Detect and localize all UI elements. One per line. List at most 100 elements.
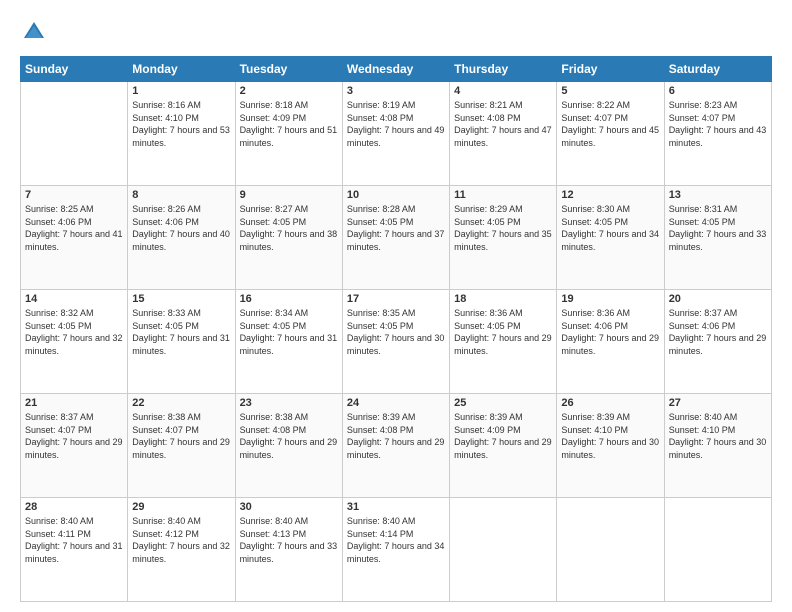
day-number: 29 <box>132 501 230 513</box>
cell-info: Sunrise: 8:34 AMSunset: 4:05 PMDaylight:… <box>240 307 338 357</box>
day-number: 9 <box>240 189 338 201</box>
calendar-cell: 21 Sunrise: 8:37 AMSunset: 4:07 PMDayligh… <box>21 394 128 498</box>
weekday-header: Friday <box>557 57 664 82</box>
logo <box>20 18 52 46</box>
day-number: 25 <box>454 397 552 409</box>
day-number: 14 <box>25 293 123 305</box>
calendar-cell: 16 Sunrise: 8:34 AMSunset: 4:05 PMDayligh… <box>235 290 342 394</box>
calendar-page: SundayMondayTuesdayWednesdayThursdayFrid… <box>0 0 792 612</box>
calendar-cell: 27 Sunrise: 8:40 AMSunset: 4:10 PMDayligh… <box>664 394 771 498</box>
day-number: 28 <box>25 501 123 513</box>
cell-info: Sunrise: 8:37 AMSunset: 4:06 PMDaylight:… <box>669 307 767 357</box>
day-number: 17 <box>347 293 445 305</box>
calendar-cell <box>664 498 771 602</box>
cell-info: Sunrise: 8:30 AMSunset: 4:05 PMDaylight:… <box>561 203 659 253</box>
calendar-cell: 11 Sunrise: 8:29 AMSunset: 4:05 PMDayligh… <box>450 186 557 290</box>
calendar-cell: 7 Sunrise: 8:25 AMSunset: 4:06 PMDaylight… <box>21 186 128 290</box>
calendar-cell: 28 Sunrise: 8:40 AMSunset: 4:11 PMDayligh… <box>21 498 128 602</box>
calendar-cell: 23Sunrise: 8:38 AMSunset: 4:08 PMDayligh… <box>235 394 342 498</box>
calendar-week-row: 1 Sunrise: 8:16 AMSunset: 4:10 PMDaylight… <box>21 82 772 186</box>
day-number: 4 <box>454 85 552 97</box>
cell-info: Sunrise: 8:21 AMSunset: 4:08 PMDaylight:… <box>454 99 552 149</box>
day-number: 12 <box>561 189 659 201</box>
day-number: 6 <box>669 85 767 97</box>
weekday-header: Saturday <box>664 57 771 82</box>
cell-info: Sunrise: 8:37 AMSunset: 4:07 PMDaylight:… <box>25 411 123 461</box>
cell-info: Sunrise: 8:39 AMSunset: 4:08 PMDaylight:… <box>347 411 445 461</box>
logo-icon <box>20 18 48 46</box>
weekday-header-row: SundayMondayTuesdayWednesdayThursdayFrid… <box>21 57 772 82</box>
cell-info: Sunrise: 8:40 AMSunset: 4:14 PMDaylight:… <box>347 515 445 565</box>
day-number: 8 <box>132 189 230 201</box>
calendar-cell: 3 Sunrise: 8:19 AMSunset: 4:08 PMDaylight… <box>342 82 449 186</box>
day-number: 10 <box>347 189 445 201</box>
calendar-week-row: 14 Sunrise: 8:32 AMSunset: 4:05 PMDayligh… <box>21 290 772 394</box>
calendar-cell: 2 Sunrise: 8:18 AMSunset: 4:09 PMDaylight… <box>235 82 342 186</box>
calendar-cell <box>21 82 128 186</box>
calendar-cell: 8 Sunrise: 8:26 AMSunset: 4:06 PMDaylight… <box>128 186 235 290</box>
calendar-cell: 24Sunrise: 8:39 AMSunset: 4:08 PMDayligh… <box>342 394 449 498</box>
calendar-cell: 17 Sunrise: 8:35 AMSunset: 4:05 PMDayligh… <box>342 290 449 394</box>
calendar-cell: 30Sunrise: 8:40 AMSunset: 4:13 PMDayligh… <box>235 498 342 602</box>
day-number: 7 <box>25 189 123 201</box>
cell-info: Sunrise: 8:39 AMSunset: 4:09 PMDaylight:… <box>454 411 552 461</box>
day-number: 15 <box>132 293 230 305</box>
cell-info: Sunrise: 8:22 AMSunset: 4:07 PMDaylight:… <box>561 99 659 149</box>
cell-info: Sunrise: 8:33 AMSunset: 4:05 PMDaylight:… <box>132 307 230 357</box>
weekday-header: Sunday <box>21 57 128 82</box>
calendar-cell: 18 Sunrise: 8:36 AMSunset: 4:05 PMDayligh… <box>450 290 557 394</box>
day-number: 27 <box>669 397 767 409</box>
day-number: 16 <box>240 293 338 305</box>
calendar-cell: 10 Sunrise: 8:28 AMSunset: 4:05 PMDayligh… <box>342 186 449 290</box>
cell-info: Sunrise: 8:25 AMSunset: 4:06 PMDaylight:… <box>25 203 123 253</box>
calendar-week-row: 28 Sunrise: 8:40 AMSunset: 4:11 PMDayligh… <box>21 498 772 602</box>
day-number: 22 <box>132 397 230 409</box>
weekday-header: Tuesday <box>235 57 342 82</box>
day-number: 18 <box>454 293 552 305</box>
header <box>20 18 772 46</box>
day-number: 5 <box>561 85 659 97</box>
cell-info: Sunrise: 8:36 AMSunset: 4:05 PMDaylight:… <box>454 307 552 357</box>
day-number: 2 <box>240 85 338 97</box>
cell-info: Sunrise: 8:38 AMSunset: 4:07 PMDaylight:… <box>132 411 230 461</box>
cell-info: Sunrise: 8:28 AMSunset: 4:05 PMDaylight:… <box>347 203 445 253</box>
day-number: 20 <box>669 293 767 305</box>
calendar-cell: 25 Sunrise: 8:39 AMSunset: 4:09 PMDayligh… <box>450 394 557 498</box>
day-number: 19 <box>561 293 659 305</box>
calendar-week-row: 7 Sunrise: 8:25 AMSunset: 4:06 PMDaylight… <box>21 186 772 290</box>
cell-info: Sunrise: 8:40 AMSunset: 4:11 PMDaylight:… <box>25 515 123 565</box>
calendar-cell: 6 Sunrise: 8:23 AMSunset: 4:07 PMDaylight… <box>664 82 771 186</box>
cell-info: Sunrise: 8:19 AMSunset: 4:08 PMDaylight:… <box>347 99 445 149</box>
cell-info: Sunrise: 8:26 AMSunset: 4:06 PMDaylight:… <box>132 203 230 253</box>
day-number: 21 <box>25 397 123 409</box>
cell-info: Sunrise: 8:27 AMSunset: 4:05 PMDaylight:… <box>240 203 338 253</box>
cell-info: Sunrise: 8:40 AMSunset: 4:10 PMDaylight:… <box>669 411 767 461</box>
day-number: 3 <box>347 85 445 97</box>
calendar-cell: 1 Sunrise: 8:16 AMSunset: 4:10 PMDaylight… <box>128 82 235 186</box>
calendar-cell: 20 Sunrise: 8:37 AMSunset: 4:06 PMDayligh… <box>664 290 771 394</box>
calendar-cell: 9 Sunrise: 8:27 AMSunset: 4:05 PMDaylight… <box>235 186 342 290</box>
cell-info: Sunrise: 8:38 AMSunset: 4:08 PMDaylight:… <box>240 411 338 461</box>
calendar-cell: 22 Sunrise: 8:38 AMSunset: 4:07 PMDayligh… <box>128 394 235 498</box>
calendar-cell: 12 Sunrise: 8:30 AMSunset: 4:05 PMDayligh… <box>557 186 664 290</box>
calendar-cell: 31 Sunrise: 8:40 AMSunset: 4:14 PMDayligh… <box>342 498 449 602</box>
cell-info: Sunrise: 8:32 AMSunset: 4:05 PMDaylight:… <box>25 307 123 357</box>
day-number: 11 <box>454 189 552 201</box>
calendar-cell: 26Sunrise: 8:39 AMSunset: 4:10 PMDayligh… <box>557 394 664 498</box>
cell-info: Sunrise: 8:18 AMSunset: 4:09 PMDaylight:… <box>240 99 338 149</box>
cell-info: Sunrise: 8:40 AMSunset: 4:13 PMDaylight:… <box>240 515 338 565</box>
day-number: 31 <box>347 501 445 513</box>
calendar-cell: 29 Sunrise: 8:40 AMSunset: 4:12 PMDayligh… <box>128 498 235 602</box>
calendar-cell: 4 Sunrise: 8:21 AMSunset: 4:08 PMDaylight… <box>450 82 557 186</box>
cell-info: Sunrise: 8:36 AMSunset: 4:06 PMDaylight:… <box>561 307 659 357</box>
weekday-header: Monday <box>128 57 235 82</box>
cell-info: Sunrise: 8:35 AMSunset: 4:05 PMDaylight:… <box>347 307 445 357</box>
calendar-cell: 19 Sunrise: 8:36 AMSunset: 4:06 PMDayligh… <box>557 290 664 394</box>
calendar-cell <box>557 498 664 602</box>
cell-info: Sunrise: 8:16 AMSunset: 4:10 PMDaylight:… <box>132 99 230 149</box>
cell-info: Sunrise: 8:40 AMSunset: 4:12 PMDaylight:… <box>132 515 230 565</box>
calendar-week-row: 21 Sunrise: 8:37 AMSunset: 4:07 PMDayligh… <box>21 394 772 498</box>
day-number: 1 <box>132 85 230 97</box>
cell-info: Sunrise: 8:23 AMSunset: 4:07 PMDaylight:… <box>669 99 767 149</box>
cell-info: Sunrise: 8:29 AMSunset: 4:05 PMDaylight:… <box>454 203 552 253</box>
